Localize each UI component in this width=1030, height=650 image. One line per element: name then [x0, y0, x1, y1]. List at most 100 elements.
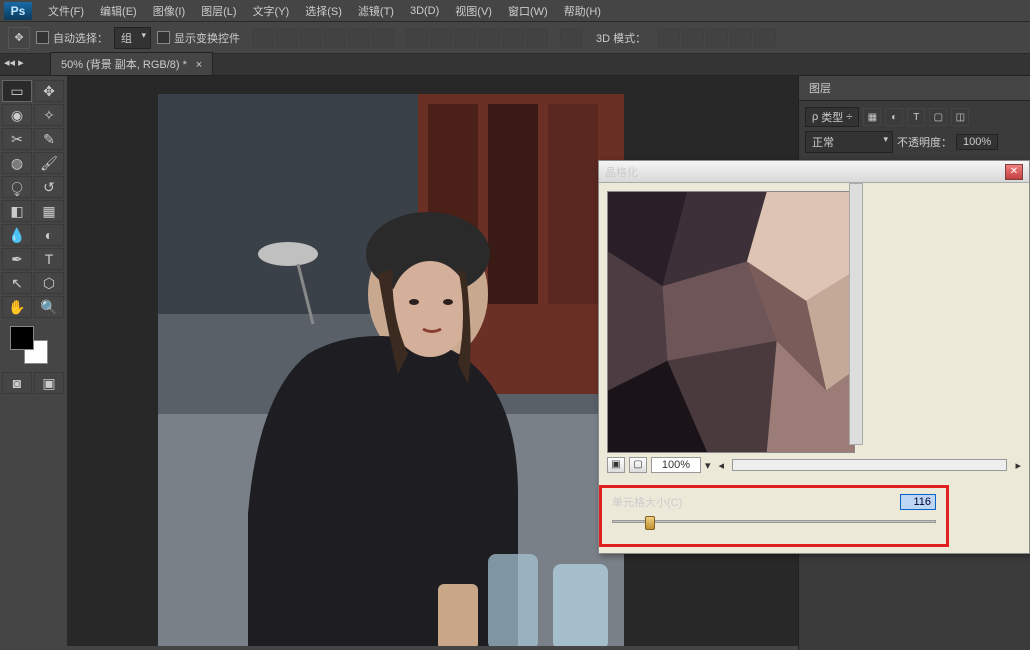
- menu-file[interactable]: 文件(F): [40, 0, 92, 22]
- close-tab-icon[interactable]: ×: [196, 59, 202, 71]
- move-tool[interactable]: ✥: [34, 80, 64, 102]
- preview-zoom-controls: ▣ ▢ 100% ▾ ◂ ▸: [607, 457, 1021, 473]
- cell-size-value[interactable]: 116: [900, 494, 936, 510]
- dodge-tool[interactable]: ◐: [34, 224, 64, 246]
- foreground-color[interactable]: [10, 326, 34, 350]
- dist-btn-4[interactable]: [478, 29, 500, 47]
- show-transform-group: 显示变换控件: [157, 30, 240, 46]
- type-tool[interactable]: T: [34, 248, 64, 270]
- menu-image[interactable]: 图像(I): [145, 0, 193, 22]
- stamp-tool[interactable]: ⧬: [2, 176, 32, 198]
- menu-type[interactable]: 文字(Y): [245, 0, 298, 22]
- dist-btn-2[interactable]: [430, 29, 452, 47]
- menubar: Ps 文件(F) 编辑(E) 图像(I) 图层(L) 文字(Y) 选择(S) 滤…: [0, 0, 1030, 22]
- options-bar: ✥ 自动选择： 组 显示变换控件 3D 模式：: [0, 22, 1030, 54]
- crop-tool[interactable]: ✂: [2, 128, 32, 150]
- show-transform-label: 显示变换控件: [174, 30, 240, 46]
- dist-btn-6[interactable]: [526, 29, 548, 47]
- pen-tool[interactable]: ✒: [2, 248, 32, 270]
- 3d-btn-1[interactable]: [658, 29, 680, 47]
- zoom-out-button[interactable]: ▣: [607, 457, 625, 473]
- slider-thumb[interactable]: [645, 516, 655, 530]
- show-transform-checkbox[interactable]: [157, 31, 170, 44]
- cell-size-label: 单元格大小(C): [612, 494, 682, 510]
- eyedropper-tool[interactable]: ✎: [34, 128, 64, 150]
- distribute-group: [406, 29, 548, 47]
- document-tab[interactable]: 50% (背景 副本, RGB/8) * ×: [50, 52, 213, 75]
- cell-size-slider[interactable]: [612, 520, 936, 523]
- marquee-tool[interactable]: ▭: [2, 80, 32, 102]
- align-group: [252, 29, 394, 47]
- filter-smart-icon[interactable]: ◫: [951, 108, 969, 126]
- move-tool-indicator[interactable]: ✥: [8, 27, 30, 49]
- dialog-body: ▣ ▢ 100% ▾ ◂ ▸ 确定 默认 单元格大小(C) 116: [599, 183, 1029, 481]
- filter-type-icon[interactable]: T: [907, 108, 925, 126]
- blur-tool[interactable]: 💧: [2, 224, 32, 246]
- menu-help[interactable]: 帮助(H): [556, 0, 609, 22]
- zoom-next-icon[interactable]: ▸: [1015, 459, 1021, 472]
- brush-tool[interactable]: 🖌: [34, 152, 64, 174]
- wand-tool[interactable]: ✧: [34, 104, 64, 126]
- zoom-dropdown-icon[interactable]: ▾: [705, 459, 711, 472]
- menu-3d[interactable]: 3D(D): [402, 2, 447, 20]
- zoom-tool[interactable]: 🔍: [34, 296, 64, 318]
- heal-tool[interactable]: ◍: [2, 152, 32, 174]
- align-btn-1[interactable]: [252, 29, 274, 47]
- menu-filter[interactable]: 滤镜(T): [350, 0, 402, 22]
- dialog-close-button[interactable]: ✕: [1005, 164, 1023, 180]
- menu-window[interactable]: 窗口(W): [500, 0, 556, 22]
- zoom-value[interactable]: 100%: [651, 457, 701, 473]
- align-btn-4[interactable]: [324, 29, 346, 47]
- preview-vscroll[interactable]: [849, 183, 863, 445]
- 3d-btn-5[interactable]: [754, 29, 776, 47]
- auto-select-checkbox[interactable]: [36, 31, 49, 44]
- gradient-tool[interactable]: ▦: [34, 200, 64, 222]
- lasso-tool[interactable]: ◉: [2, 104, 32, 126]
- align-btn-2[interactable]: [276, 29, 298, 47]
- layers-panel-tab[interactable]: 图层: [799, 76, 1030, 101]
- dist-btn-3[interactable]: [454, 29, 476, 47]
- menu-select[interactable]: 选择(S): [297, 0, 350, 22]
- auto-select-label: 自动选择：: [53, 30, 108, 46]
- 3d-btn-4[interactable]: [730, 29, 752, 47]
- filter-adjust-icon[interactable]: ◐: [885, 108, 903, 126]
- dist-btn-1[interactable]: [406, 29, 428, 47]
- zoom-prev-icon[interactable]: ◂: [719, 459, 725, 472]
- quickmask-tool[interactable]: ◙: [2, 372, 32, 394]
- dist-btn-5[interactable]: [502, 29, 524, 47]
- menu-layer[interactable]: 图层(L): [193, 0, 244, 22]
- path-tool[interactable]: ↖: [2, 272, 32, 294]
- crystallize-dialog: 晶格化 ✕ ▣ ▢ 100% ▾ ◂ ▸ 确定 默认 单元格大小(C) 116: [598, 160, 1030, 554]
- history-brush-tool[interactable]: ↺: [34, 176, 64, 198]
- screenmode-tool[interactable]: ▣: [34, 372, 64, 394]
- hand-tool[interactable]: ✋: [2, 296, 32, 318]
- menu-edit[interactable]: 编辑(E): [92, 0, 145, 22]
- zoom-scroll[interactable]: [732, 459, 1007, 471]
- menu-view[interactable]: 视图(V): [447, 0, 500, 22]
- arr-btn-1[interactable]: [560, 29, 582, 47]
- align-btn-3[interactable]: [300, 29, 322, 47]
- 3d-btn-2[interactable]: [682, 29, 704, 47]
- align-btn-6[interactable]: [372, 29, 394, 47]
- eraser-tool[interactable]: ◧: [2, 200, 32, 222]
- filter-preview[interactable]: [607, 191, 855, 453]
- blend-mode-select[interactable]: 正常: [805, 131, 893, 153]
- auto-select-dropdown[interactable]: 组: [114, 27, 151, 49]
- dialog-titlebar[interactable]: 晶格化 ✕: [599, 161, 1029, 183]
- color-swatches[interactable]: [10, 326, 50, 366]
- ps-logo: Ps: [4, 2, 32, 20]
- filter-pixel-icon[interactable]: ▦: [863, 108, 881, 126]
- align-btn-5[interactable]: [348, 29, 370, 47]
- canvas-image: [158, 94, 624, 646]
- 3d-btn-3[interactable]: [706, 29, 728, 47]
- 3d-mode-label: 3D 模式：: [596, 30, 646, 46]
- opacity-value[interactable]: 100%: [956, 134, 998, 150]
- document-tab-label: 50% (背景 副本, RGB/8) *: [61, 59, 187, 71]
- layer-filter-kind[interactable]: ρ 类型 ÷: [805, 107, 859, 127]
- filter-shape-icon[interactable]: ▢: [929, 108, 947, 126]
- arrange-group: [560, 29, 582, 47]
- zoom-in-button[interactable]: ▢: [629, 457, 647, 473]
- document-tabbar: ◂◂ ▸ 50% (背景 副本, RGB/8) * ×: [0, 54, 1030, 76]
- shape-tool[interactable]: ⬡: [34, 272, 64, 294]
- tabbar-collapse[interactable]: ◂◂ ▸: [4, 56, 24, 69]
